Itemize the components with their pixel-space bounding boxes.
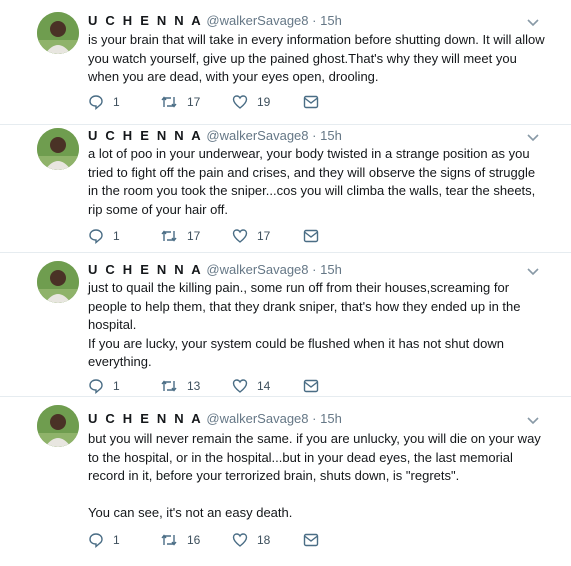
retweet-button[interactable]: 16 <box>160 531 200 549</box>
chevron-down-icon[interactable] <box>526 15 540 27</box>
like-count: 19 <box>257 95 271 109</box>
tweet-text: but you will never remain the same. if y… <box>88 431 541 520</box>
avatar[interactable] <box>37 12 79 54</box>
like-button[interactable]: 19 <box>232 93 270 111</box>
user-name[interactable]: U C H E N N A <box>88 128 203 143</box>
direct-message-icon <box>303 379 319 393</box>
retweet-count: 13 <box>187 379 201 393</box>
tweet[interactable]: U C H E N N A @walkerSavage8 · 15h a lot… <box>0 125 571 252</box>
user-handle[interactable]: @walkerSavage8 <box>206 411 308 426</box>
reply-count: 1 <box>113 95 120 109</box>
user-handle[interactable]: @walkerSavage8 <box>206 262 308 277</box>
reply-icon <box>88 228 104 244</box>
retweet-count: 17 <box>187 95 201 109</box>
reply-count: 1 <box>113 379 120 393</box>
reply-count: 1 <box>113 533 120 547</box>
tweet-header: U C H E N N A @walkerSavage8 · 15h <box>88 262 342 277</box>
direct-message-button[interactable] <box>303 227 319 245</box>
tweet-text: just to quail the killing pain., some ru… <box>88 280 521 369</box>
reply-button[interactable]: 1 <box>88 93 120 111</box>
heart-icon <box>232 228 248 244</box>
avatar[interactable] <box>37 261 79 303</box>
reply-count: 1 <box>113 229 120 243</box>
retweet-button[interactable]: 13 <box>160 377 200 395</box>
like-button[interactable]: 18 <box>232 531 270 549</box>
like-count: 18 <box>257 533 271 547</box>
retweet-button[interactable]: 17 <box>160 93 200 111</box>
user-name[interactable]: U C H E N N A <box>88 262 203 277</box>
tweet-actions: 1 17 17 <box>88 227 328 245</box>
timestamp[interactable]: 15h <box>320 128 342 143</box>
reply-button[interactable]: 1 <box>88 531 120 549</box>
heart-icon <box>232 378 248 394</box>
tweet-text: is your brain that will take in every in… <box>88 32 545 84</box>
timestamp[interactable]: 15h <box>320 262 342 277</box>
separator-dot: · <box>312 128 317 143</box>
separator-dot: · <box>312 411 317 426</box>
timestamp[interactable]: 15h <box>320 13 342 28</box>
user-name[interactable]: U C H E N N A <box>88 411 203 426</box>
tweet-actions: 1 17 19 <box>88 93 328 111</box>
avatar[interactable] <box>37 405 79 447</box>
direct-message-button[interactable] <box>303 377 319 395</box>
retweet-icon <box>160 378 178 394</box>
tweet[interactable]: U C H E N N A @walkerSavage8 · 15h is yo… <box>0 0 571 124</box>
retweet-icon <box>160 94 178 110</box>
tweet-actions: 1 13 14 <box>88 377 328 395</box>
direct-message-button[interactable] <box>303 531 319 549</box>
tweet-header: U C H E N N A @walkerSavage8 · 15h <box>88 128 342 143</box>
direct-message-icon <box>303 95 319 109</box>
chevron-down-icon[interactable] <box>526 130 540 142</box>
reply-icon <box>88 378 104 394</box>
heart-icon <box>232 532 248 548</box>
avatar[interactable] <box>37 128 79 170</box>
tweet-text: a lot of poo in your underwear, your bod… <box>88 146 536 217</box>
tweet-header: U C H E N N A @walkerSavage8 · 15h <box>88 13 342 28</box>
retweet-icon <box>160 532 178 548</box>
reply-icon <box>88 94 104 110</box>
reply-icon <box>88 532 104 548</box>
tweet-actions: 1 16 18 <box>88 531 328 549</box>
like-count: 14 <box>257 379 271 393</box>
direct-message-icon <box>303 229 319 243</box>
like-button[interactable]: 17 <box>232 227 270 245</box>
direct-message-icon <box>303 533 319 547</box>
retweet-count: 16 <box>187 533 201 547</box>
retweet-icon <box>160 228 178 244</box>
like-count: 17 <box>257 229 271 243</box>
user-handle[interactable]: @walkerSavage8 <box>206 13 308 28</box>
chevron-down-icon[interactable] <box>526 264 540 276</box>
heart-icon <box>232 94 248 110</box>
retweet-count: 17 <box>187 229 201 243</box>
reply-button[interactable]: 1 <box>88 377 120 395</box>
user-name[interactable]: U C H E N N A <box>88 13 203 28</box>
reply-button[interactable]: 1 <box>88 227 120 245</box>
user-handle[interactable]: @walkerSavage8 <box>206 128 308 143</box>
timestamp[interactable]: 15h <box>320 411 342 426</box>
direct-message-button[interactable] <box>303 93 319 111</box>
separator-dot: · <box>312 13 317 28</box>
chevron-down-icon[interactable] <box>526 413 540 425</box>
tweet[interactable]: U C H E N N A @walkerSavage8 · 15h just … <box>0 253 571 396</box>
like-button[interactable]: 14 <box>232 377 270 395</box>
tweet[interactable]: U C H E N N A @walkerSavage8 · 15h but y… <box>0 397 571 566</box>
separator-dot: · <box>312 262 317 277</box>
tweet-header: U C H E N N A @walkerSavage8 · 15h <box>88 411 342 426</box>
retweet-button[interactable]: 17 <box>160 227 200 245</box>
